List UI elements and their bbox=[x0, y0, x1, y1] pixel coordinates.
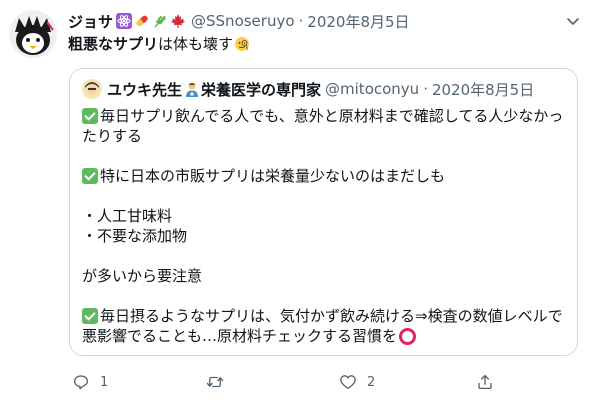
quoted-tweet-date[interactable]: 2020年8月5日 bbox=[432, 79, 534, 100]
quoted-author-title[interactable]: 栄養医学の専門家 bbox=[201, 79, 321, 100]
maple-leaf-icon bbox=[171, 14, 186, 28]
quoted-text-segment: 悪影響でることも…原材料チェックする習慣を bbox=[82, 327, 398, 345]
reply-count: 1 bbox=[100, 374, 109, 390]
quoted-text-segment: ・人工甘味料 bbox=[82, 207, 173, 225]
quoted-text-line: 悪影響でることも…原材料チェックする習慣を bbox=[82, 326, 568, 346]
health-worker-icon bbox=[186, 82, 199, 97]
retweet-icon bbox=[206, 376, 224, 388]
doctor-face-avatar bbox=[82, 79, 102, 99]
quoted-text-line: が多いから要注意 bbox=[82, 266, 568, 286]
share-button[interactable] bbox=[476, 370, 494, 394]
atom-icon bbox=[116, 13, 133, 29]
quoted-separator-dot: · bbox=[423, 80, 428, 98]
herb-icon bbox=[154, 15, 166, 28]
quoted-text-segment: 毎日サプリ飲んでる人でも、意外と原材料まで確認してる人少なかっ bbox=[100, 107, 564, 125]
pill-icon bbox=[136, 15, 148, 27]
like-button[interactable]: 2 bbox=[339, 370, 375, 394]
check-mark-icon bbox=[82, 308, 98, 324]
quoted-text-segment: 特に日本の市販サプリは栄養量少ないのはまだしも bbox=[100, 167, 446, 185]
heart-icon bbox=[340, 375, 356, 390]
check-mark-icon bbox=[82, 168, 98, 184]
quoted-text-line: 毎日サプリ飲んでる人でも、意外と原材料まで確認してる人少なかっ bbox=[82, 106, 568, 126]
tweet-date[interactable]: 2020年8月5日 bbox=[307, 11, 409, 32]
tweet-text: 粗悪なサプリ は体も壊す bbox=[68, 34, 250, 54]
quoted-text-line: ・不要な添加物 bbox=[82, 226, 568, 246]
red-circle-icon bbox=[399, 327, 417, 345]
quoted-text-line: たりする bbox=[82, 126, 568, 146]
quoted-text-line: ・人工甘味料 bbox=[82, 206, 568, 226]
separator-dot: · bbox=[298, 12, 304, 30]
reply-icon bbox=[73, 375, 89, 390]
quoted-tweet-header: ユウキ先生 栄養医学の専門家 @mitoconyu · 2020年8月5日 bbox=[82, 79, 534, 99]
author-handle[interactable]: @SSnoseruyo bbox=[191, 12, 295, 30]
quoted-text-segment: ・不要な添加物 bbox=[82, 227, 188, 245]
quoted-text-line: 毎日摂るようなサプリは、気付かず飲み続ける⇒検査の数値レベルで bbox=[82, 306, 568, 326]
tweet-card[interactable]: ジョサ @SSnoseruyo · 2020年8月5日 粗悪なサプリ は体も壊す… bbox=[0, 0, 595, 406]
quoted-author-name[interactable]: ユウキ先生 bbox=[107, 79, 182, 100]
quoted-text-segment: 毎日摂るようなサプリは、気付かず飲み続ける⇒検査の数値レベルで bbox=[100, 307, 563, 325]
quoted-tweet-text: 毎日サプリ飲んでる人でも、意外と原材料まで確認してる人少なかっ たりする 特に日… bbox=[82, 106, 568, 346]
reply-button[interactable]: 1 bbox=[72, 370, 108, 394]
quoted-text-line: 特に日本の市販サプリは栄養量少ないのはまだしも bbox=[82, 166, 568, 186]
penguin-character-avatar bbox=[9, 10, 57, 58]
tweet-header: ジョサ @SSnoseruyo · 2020年8月5日 bbox=[68, 11, 410, 31]
quoted-text-segment: が多いから要注意 bbox=[82, 267, 203, 285]
retweet-button[interactable] bbox=[206, 370, 234, 394]
avatar[interactable] bbox=[9, 10, 57, 58]
share-icon bbox=[478, 374, 492, 390]
quoted-author-handle[interactable]: @mitoconyu bbox=[325, 80, 419, 98]
tweet-text-rest: は体も壊す bbox=[158, 35, 234, 53]
quoted-author-avatar[interactable] bbox=[82, 79, 102, 99]
monocle-face-icon bbox=[235, 37, 250, 51]
name-emojis bbox=[116, 13, 186, 29]
chevron-down-icon[interactable] bbox=[565, 13, 581, 29]
quoted-tweet[interactable]: ユウキ先生 栄養医学の専門家 @mitoconyu · 2020年8月5日 毎日… bbox=[69, 68, 578, 356]
author-name[interactable]: ジョサ bbox=[68, 11, 113, 32]
tweet-actions: 1 2 bbox=[68, 370, 578, 394]
quoted-text-segment: たりする bbox=[82, 127, 143, 145]
like-count: 2 bbox=[367, 374, 376, 390]
check-mark-icon bbox=[82, 108, 98, 124]
tweet-text-bold: 粗悪なサプリ bbox=[68, 35, 159, 53]
